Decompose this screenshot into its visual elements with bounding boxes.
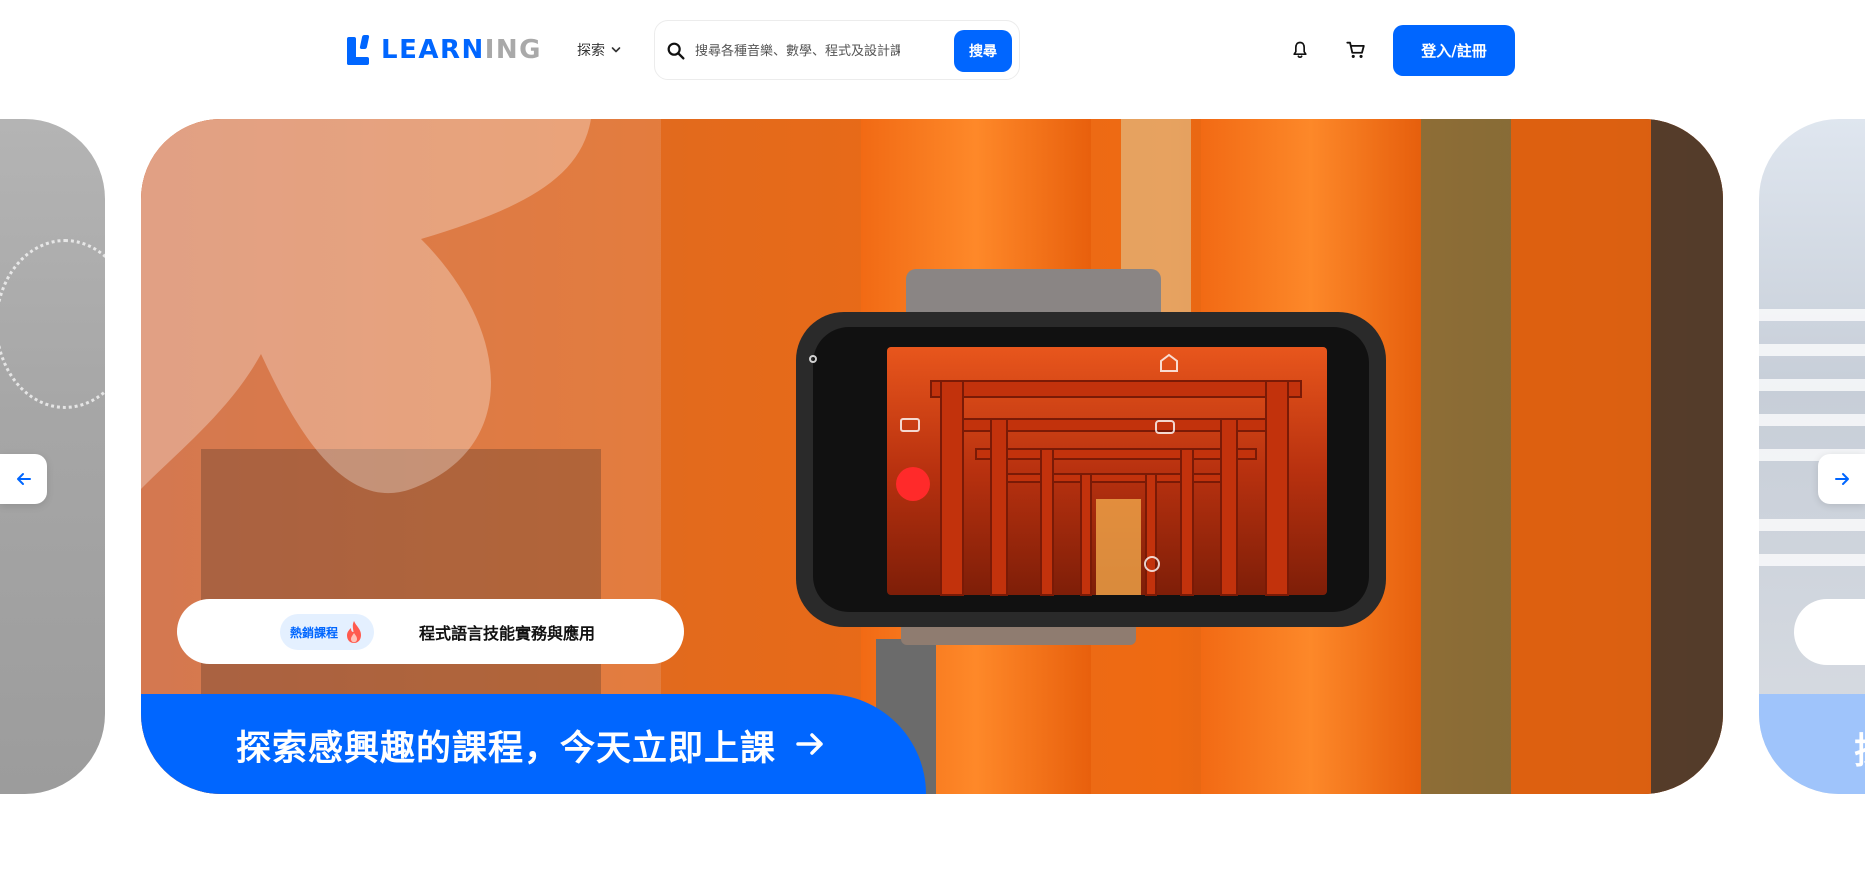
chevron-down-icon — [611, 47, 621, 53]
fire-icon — [347, 621, 362, 643]
search-button[interactable]: 搜尋 — [954, 30, 1012, 72]
carousel-slide-current: 熱銷課程 程式語言技能實務與應用 探索感興趣的課程，今天立即上課 — [141, 119, 1723, 794]
site-logo[interactable]: LEARNING — [347, 35, 542, 65]
search-bar: 搜尋 — [654, 20, 1020, 80]
login-register-button[interactable]: 登入/註冊 — [1393, 25, 1515, 76]
next-slide-pill — [1794, 599, 1865, 665]
notifications-button[interactable] — [1286, 36, 1314, 64]
site-header: LEARNING 探索 搜尋 登入/註冊 — [0, 0, 1865, 100]
logo-text-blue: LEARN — [381, 35, 485, 65]
cart-button[interactable] — [1342, 36, 1370, 64]
logo-text: LEARNING — [381, 35, 542, 65]
carousel-next-button[interactable] — [1818, 454, 1865, 504]
explore-courses-cta[interactable]: 探索感興趣的課程，今天立即上課 — [141, 694, 926, 794]
explore-label: 探索 — [577, 43, 605, 59]
next-slide-cta: 探 — [1759, 694, 1865, 794]
previous-slide-image — [0, 239, 105, 409]
featured-course-card[interactable]: 熱銷課程 程式語言技能實務與應用 — [177, 599, 684, 664]
badge-label: 熱銷課程 — [290, 625, 339, 640]
logo-mark-icon — [347, 35, 373, 65]
carousel-prev-button[interactable] — [0, 454, 47, 504]
arrow-right-icon — [796, 733, 823, 755]
course-title: 程式語言技能實務與應用 — [419, 624, 596, 643]
explore-menu[interactable]: 探索 — [577, 38, 621, 62]
logo-text-gray: ING — [484, 35, 543, 65]
bell-icon — [1293, 41, 1307, 59]
search-icon — [667, 42, 685, 60]
cart-icon — [1346, 41, 1365, 58]
search-input[interactable] — [695, 39, 900, 63]
arrow-right-icon — [1834, 473, 1849, 485]
cta-label: 探索感興趣的課程，今天立即上課 — [236, 729, 777, 769]
bestseller-badge: 熱銷課程 — [280, 614, 375, 650]
next-slide-cta-text: 探 — [1854, 722, 1865, 774]
arrow-left-icon — [16, 473, 31, 485]
hero-image — [141, 119, 1723, 794]
